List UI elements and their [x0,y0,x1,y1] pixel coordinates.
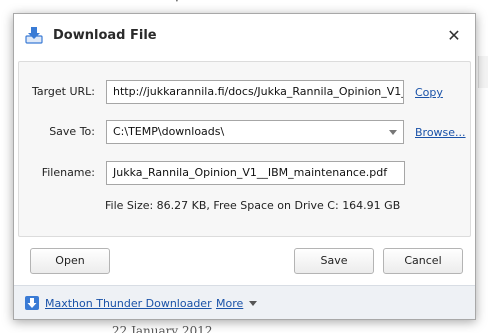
copy-link[interactable]: Copy [415,86,443,99]
background-text-top: · [175,0,179,8]
dialog-title: Download File [53,28,157,43]
background-date-text: 22 January 2012 [112,324,213,333]
dialog-footer: Maxthon Thunder Downloader More [14,285,475,319]
save-button[interactable]: Save [294,248,374,274]
target-url-label: Target URL: [31,85,95,98]
target-url-field[interactable]: http://jukkarannila.fi/docs/Jukka_Rannil… [106,80,404,104]
more-chevron-down-icon[interactable] [249,301,257,306]
filename-field[interactable]: Jukka_Rannila_Opinion_V1__IBM_maintenanc… [106,161,405,185]
more-link[interactable]: More [216,297,243,310]
close-button[interactable]: ✕ [445,27,463,45]
open-button[interactable]: Open [30,248,110,274]
filename-label: Filename: [41,166,95,179]
save-to-label: Save To: [49,125,95,138]
background-panel-edge [478,56,488,88]
download-icon [25,27,43,44]
file-size-info: File Size: 86.27 KB, Free Space on Drive… [105,199,401,212]
dialog-titlebar: Download File ✕ [14,14,475,58]
save-to-dropdown[interactable]: C:\TEMP\downloads\ [106,120,404,144]
close-icon: ✕ [447,26,461,45]
cancel-button[interactable]: Cancel [383,248,463,274]
download-settings-panel: Target URL: http://jukkarannila.fi/docs/… [18,61,471,237]
save-to-value: C:\TEMP\downloads\ [113,125,225,138]
browse-link[interactable]: Browse... [415,126,466,139]
download-file-dialog: Download File ✕ Target URL: http://jukka… [13,13,476,320]
chevron-down-icon [389,130,397,135]
maxthon-thunder-downloader-link[interactable]: Maxthon Thunder Downloader [45,297,212,310]
thunder-download-icon [25,296,39,310]
